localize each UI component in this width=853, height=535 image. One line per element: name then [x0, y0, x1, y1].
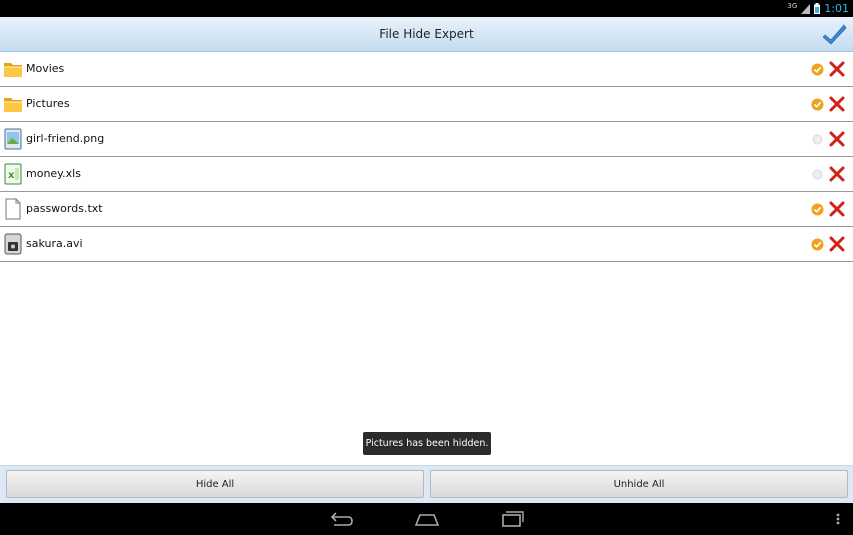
file-row[interactable]: x money.xls	[0, 157, 853, 192]
status-area: 3G 1:01	[787, 1, 849, 16]
visible-status-icon[interactable]	[811, 133, 824, 146]
folder-icon	[4, 63, 22, 77]
hidden-status-icon[interactable]	[811, 203, 824, 216]
image-file-icon	[4, 128, 22, 150]
remove-icon[interactable]	[829, 236, 845, 252]
file-row[interactable]: sakura.avi	[0, 227, 853, 262]
home-icon[interactable]	[415, 509, 439, 529]
visible-status-icon[interactable]	[811, 168, 824, 181]
remove-icon[interactable]	[829, 131, 845, 147]
remove-icon[interactable]	[829, 96, 845, 112]
file-row[interactable]: passwords.txt	[0, 192, 853, 227]
remove-icon[interactable]	[829, 61, 845, 77]
folder-icon	[4, 98, 22, 112]
file-name: Movies	[26, 62, 65, 75]
check-icon[interactable]	[823, 22, 847, 46]
file-name: Pictures	[26, 97, 70, 110]
file-row[interactable]: girl-friend.png	[0, 122, 853, 157]
remove-icon[interactable]	[829, 166, 845, 182]
spreadsheet-file-icon: x	[4, 163, 22, 185]
hidden-status-icon[interactable]	[811, 63, 824, 76]
bottom-button-bar: Hide All Unhide All	[0, 465, 853, 504]
file-name: money.xls	[26, 167, 81, 180]
navigation-bar	[0, 503, 853, 535]
recent-apps-icon[interactable]	[500, 509, 524, 529]
menu-icon[interactable]	[826, 509, 850, 529]
clock: 1:01	[824, 2, 849, 15]
hidden-status-icon[interactable]	[811, 98, 824, 111]
text-file-icon	[5, 198, 21, 220]
file-name: sakura.avi	[26, 237, 83, 250]
file-row[interactable]: Pictures	[0, 87, 853, 122]
hide-all-button[interactable]: Hide All	[6, 470, 424, 498]
back-icon[interactable]	[330, 509, 354, 529]
file-list: Movies Pictures girl-friend.png x money.xls p…	[0, 52, 853, 262]
file-row[interactable]: Movies	[0, 52, 853, 87]
status-bar: 3G 1:01	[0, 0, 853, 17]
svg-text:x: x	[8, 170, 15, 181]
action-bar: File Hide Expert	[0, 17, 853, 52]
video-file-icon	[4, 233, 22, 255]
file-name: passwords.txt	[26, 202, 103, 215]
app-title: File Hide Expert	[379, 27, 474, 41]
unhide-all-button[interactable]: Unhide All	[430, 470, 848, 498]
remove-icon[interactable]	[829, 201, 845, 217]
battery-icon	[814, 3, 821, 14]
toast-message: Pictures has been hidden.	[363, 432, 491, 455]
file-name: girl-friend.png	[26, 132, 105, 145]
network-type: 3G	[787, 1, 798, 10]
signal-icon	[801, 3, 811, 14]
hidden-status-icon[interactable]	[811, 238, 824, 251]
